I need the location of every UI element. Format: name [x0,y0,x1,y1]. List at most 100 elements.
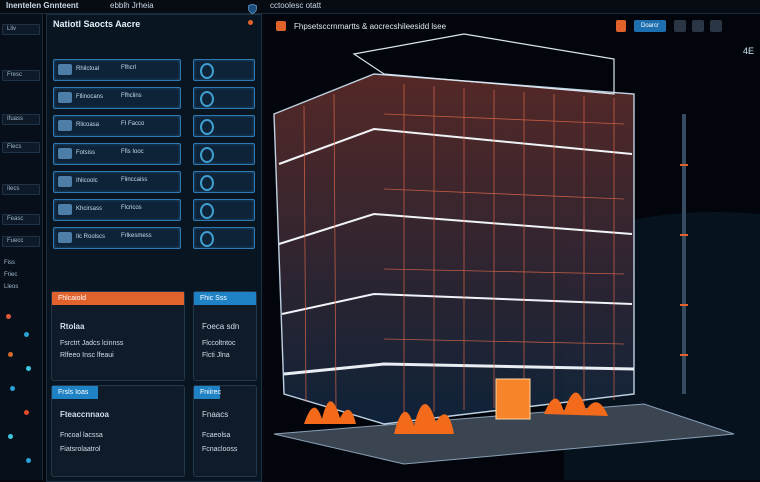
alert-card[interactable]: Fhlcaiold Rtolaa Fsrctrt Jadcs lcinnss R… [51,291,185,381]
grid-cell-label: Flinccaiss [121,177,148,183]
status-dot-icon [8,434,13,439]
grid-cell: Flcricos [117,199,179,219]
grid-cell-label: Flcricos [121,205,142,211]
grid-cell: Ffhcrl [117,59,179,79]
rail-label-7: Fuecc [7,238,24,244]
card-header: Fhic Sss [194,292,256,305]
grid-cell: Ffis Iooc [117,143,179,163]
device-icon [58,176,72,187]
rail-label-8: Friec [4,272,18,278]
grid-cell-label: FI Facco [121,121,145,127]
status-dot-icon [26,458,31,463]
device-icon [58,204,72,215]
device-icon [58,232,72,243]
rail-label-9: Lleos [4,284,19,290]
ring-icon [200,91,214,107]
ring-icon [200,175,214,191]
device-icon [58,64,72,75]
building-model [273,33,760,480]
card-line: Fsrctrt Jadcs lcinnss [60,340,124,347]
building-body [273,73,635,425]
card-line: Flccoltntoc [202,340,236,347]
status-dot-icon [10,386,15,391]
rail-label-1: Lliv [7,26,17,32]
status-dot-icon [8,352,13,357]
rail-button-3[interactable]: Ifuass [2,114,40,125]
device-icon [58,92,72,103]
grid-cell-label: Rlicoasa [76,122,100,128]
device-icon [58,120,72,131]
info-card[interactable]: Fhic Sss Foeca sdn Flccoltntoc Flcti Jln… [193,291,257,381]
top-bar: Inentelen Gnnteent ebblh Jrheia cctooles… [0,0,760,15]
ring-icon [200,231,214,247]
rail-label-3: Ifuass [7,116,24,122]
card-title: Fteaccnnaoa [60,410,109,419]
grid-cell-label: Ihlicoolc [76,178,98,184]
rail-button-4[interactable]: Flecs [2,142,40,153]
card-header: Fhlcaiold [52,292,184,305]
card-line: Fcnaclooss [202,446,238,453]
grid-cell-label: Frlkesmess [121,233,152,239]
status-dot-icon [6,314,11,319]
rail-button-7[interactable]: Fuecc [2,236,40,247]
ring-icon [200,147,214,163]
device-icon [58,148,72,159]
status-dot-icon [24,332,29,337]
card-title: Rtolaa [60,322,85,331]
rail-label-2: Fresc [7,72,22,78]
grid-cell: Frlkesmess [117,227,179,247]
rail-button-5[interactable]: Ilecs [2,184,40,195]
left-rail: Lliv Fresc Ifuass Flecs Ilecs Feasc Fuec… [0,14,43,480]
status-card[interactable]: Frsls Ioas Fteaccnnaoa Fncoal lacssa Fia… [51,385,185,477]
grid-cell-label: Ffis Iooc [121,149,144,155]
grid-toggle[interactable] [193,59,255,81]
grid-toggle[interactable] [193,115,255,137]
card-line: Fncoal lacssa [60,432,103,439]
rail-button-1[interactable]: Lliv [2,24,40,35]
grid-cell-label: Fllinocans [76,94,104,100]
rail-label-4: Flecs [7,144,22,150]
card-line: Fiatsrolaatrol [60,446,101,453]
status-dot-icon [24,410,29,415]
menu-item[interactable]: ebblh Jrheia [110,1,154,10]
rail-button-6[interactable]: Feasc [2,214,40,225]
rail-label-5: Ilecs [7,186,20,192]
grid-toggle[interactable] [193,227,255,249]
fire-door [495,378,531,420]
grid-toggle[interactable] [193,171,255,193]
card-line: Flcti Jlna [202,352,230,359]
ring-icon [200,119,214,135]
ring-icon [200,63,214,79]
rail-button-2[interactable]: Fresc [2,70,40,81]
ring-icon [200,203,214,219]
grid-cell: Flinccaiss [117,171,179,191]
grid-cell-label: Ffhcrl [121,65,136,71]
shield-logo-icon [247,1,258,15]
status-dot-icon [26,366,31,371]
control-panel: Natiotl Saocts Aacre Rhilctoal Ffhcrl Fl… [46,14,262,482]
card-line: Rlfeeo Insc lfeaui [60,352,114,359]
grid-cell: FI Facco [117,115,179,135]
rail-label-6: Feasc [7,216,24,222]
card-header: Fniirec [194,386,221,399]
building-3d-viewer[interactable]: Fhpsetsccrnmartts & aocrecshileesidd lse… [264,14,760,480]
card-line: Fcaeolsa [202,432,231,439]
rail-section-label: Fiss [4,260,15,266]
grid-cell-label: Rhilctoal [76,66,100,72]
card-title: Foeca sdn [202,322,240,331]
grid-cell-label: Fotsiss [76,150,96,156]
center-label: cctoolesc otatt [270,1,322,10]
detail-card[interactable]: Fniirec Fnaacs Fcaeolsa Fcnaclooss [193,385,257,477]
grid-toggle[interactable] [193,87,255,109]
panel-title: Natiotl Saocts Aacre [53,19,141,29]
card-header: Frsls Ioas [52,386,98,399]
card-title: Fnaacs [202,410,229,419]
grid-cell-label: Ilc Roolscs [76,234,106,240]
alert-dot-icon [248,20,253,25]
grid-cell-label: Ffhclins [121,93,142,99]
grid-toggle[interactable] [193,143,255,165]
grid-cell-label: Khcirsass [76,206,103,212]
grid-cell: Ffhclins [117,87,179,107]
grid-toggle[interactable] [193,199,255,221]
app-title: Inentelen Gnnteent [6,1,79,10]
